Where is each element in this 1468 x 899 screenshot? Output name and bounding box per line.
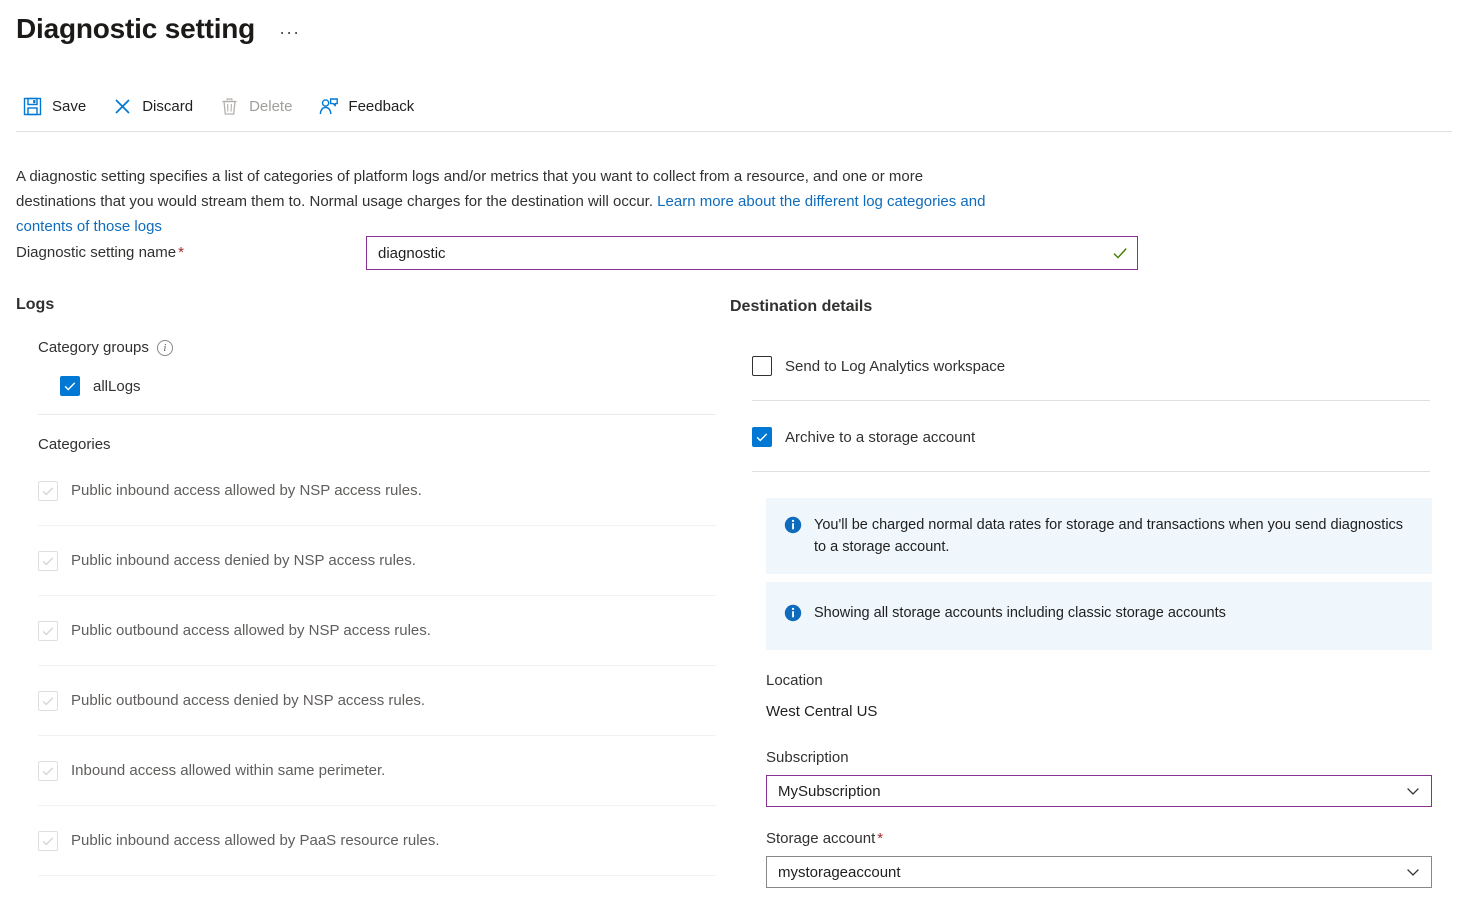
- close-icon: [112, 96, 133, 117]
- category-row[interactable]: Public inbound access allowed by PaaS re…: [38, 806, 728, 875]
- toolbar-divider: [16, 131, 1452, 132]
- location-label: Location: [766, 670, 1452, 692]
- checkbox-category: [38, 481, 58, 501]
- feedback-person-icon: [318, 96, 339, 117]
- subscription-dropdown[interactable]: MySubscription: [766, 775, 1432, 807]
- diagnostic-name-row: Diagnostic setting name*: [16, 236, 1138, 270]
- log-analytics-row[interactable]: Send to Log Analytics workspace: [752, 342, 1452, 390]
- info-notice-text: Showing all storage accounts including c…: [814, 602, 1226, 624]
- destination-details-heading: Destination details: [730, 296, 1452, 318]
- storage-account-value: mystorageaccount: [778, 864, 901, 881]
- destination-divider: [752, 471, 1430, 472]
- delete-label: Delete: [249, 98, 292, 115]
- info-icon[interactable]: i: [157, 340, 173, 356]
- diagnostic-name-field[interactable]: [366, 236, 1138, 270]
- checkbox-category: [38, 831, 58, 851]
- info-notice-classic: Showing all storage accounts including c…: [766, 582, 1432, 650]
- save-icon: [22, 96, 43, 117]
- intro-paragraph: A diagnostic setting specifies a list of…: [16, 164, 1006, 239]
- category-row[interactable]: Public outbound access allowed by NSP ac…: [38, 596, 728, 665]
- category-label: Public inbound access allowed by PaaS re…: [71, 832, 440, 849]
- location-value: West Central US: [766, 701, 1452, 723]
- green-check-icon: [1112, 245, 1128, 261]
- storage-account-label-text: Storage account: [766, 830, 875, 847]
- category-group-alllogs-label: allLogs: [93, 378, 141, 395]
- diagnostic-name-label-text: Diagnostic setting name: [16, 244, 176, 261]
- diagnostic-setting-page: Diagnostic setting ··· Save Discard: [0, 0, 1468, 899]
- title-row: Diagnostic setting ···: [16, 6, 304, 52]
- diagnostic-name-input[interactable]: [367, 237, 1137, 269]
- subscription-label: Subscription: [766, 747, 1452, 769]
- category-row[interactable]: Public outbound access denied by NSP acc…: [38, 666, 728, 735]
- feedback-button[interactable]: Feedback: [314, 92, 426, 121]
- categories-list: Public inbound access allowed by NSP acc…: [38, 456, 728, 899]
- subscription-value: MySubscription: [778, 783, 881, 800]
- storage-account-label: Storage account*: [766, 828, 1452, 850]
- category-row[interactable]: Public inbound access allowed by NSP acc…: [38, 456, 728, 525]
- logs-heading: Logs: [16, 294, 728, 316]
- info-notice-charges: You'll be charged normal data rates for …: [766, 498, 1432, 574]
- required-asterisk: *: [176, 244, 184, 261]
- checkbox-category: [38, 621, 58, 641]
- logs-column: Logs Category groups i allLogs Categorie…: [16, 294, 728, 899]
- category-label: Public outbound access denied by NSP acc…: [71, 692, 425, 709]
- save-label: Save: [52, 98, 86, 115]
- discard-label: Discard: [142, 98, 193, 115]
- chevron-down-icon: [1406, 784, 1420, 798]
- feedback-label: Feedback: [348, 98, 414, 115]
- category-row[interactable]: Public inbound access denied by NSP acce…: [38, 526, 728, 595]
- category-label: Public outbound access allowed by NSP ac…: [71, 622, 431, 639]
- info-icon: [784, 604, 802, 622]
- category-label: Public inbound access denied by NSP acce…: [71, 552, 416, 569]
- categories-label: Categories: [38, 434, 728, 456]
- category-row[interactable]: Inbound access allowed within same perim…: [38, 736, 728, 805]
- delete-button: Delete: [215, 92, 304, 121]
- destination-divider: [752, 400, 1430, 401]
- page-title: Diagnostic setting: [16, 9, 255, 49]
- discard-button[interactable]: Discard: [108, 92, 205, 121]
- save-button[interactable]: Save: [18, 92, 98, 121]
- command-bar: Save Discard Delete: [18, 92, 436, 121]
- storage-archive-row[interactable]: Archive to a storage account: [752, 413, 1452, 461]
- required-asterisk: *: [875, 830, 883, 847]
- checkbox-category: [38, 551, 58, 571]
- category-label: Public inbound access allowed by NSP acc…: [71, 482, 422, 499]
- info-notice-text: You'll be charged normal data rates for …: [814, 514, 1414, 558]
- diagnostic-name-label: Diagnostic setting name*: [16, 236, 366, 270]
- log-analytics-label: Send to Log Analytics workspace: [785, 358, 1005, 375]
- category-groups-label: Category groups: [38, 338, 149, 358]
- checkbox-category: [38, 691, 58, 711]
- checkbox-alllogs[interactable]: [60, 376, 80, 396]
- trash-icon: [219, 96, 240, 117]
- category-groups-header: Category groups i: [38, 338, 728, 358]
- checkbox-storage-archive[interactable]: [752, 427, 772, 447]
- destination-details-column: Destination details Send to Log Analytic…: [730, 294, 1452, 888]
- checkbox-log-analytics[interactable]: [752, 356, 772, 376]
- info-icon: [784, 516, 802, 534]
- category-group-alllogs-row[interactable]: allLogs: [60, 372, 728, 400]
- checkbox-category: [38, 761, 58, 781]
- storage-archive-label: Archive to a storage account: [785, 429, 975, 446]
- chevron-down-icon: [1406, 865, 1420, 879]
- logs-divider: [38, 414, 716, 415]
- more-options-button[interactable]: ···: [275, 12, 304, 52]
- category-label: Inbound access allowed within same perim…: [71, 762, 385, 779]
- storage-account-dropdown[interactable]: mystorageaccount: [766, 856, 1432, 888]
- category-row[interactable]: Public inbound access denied by PaaS res…: [38, 876, 728, 899]
